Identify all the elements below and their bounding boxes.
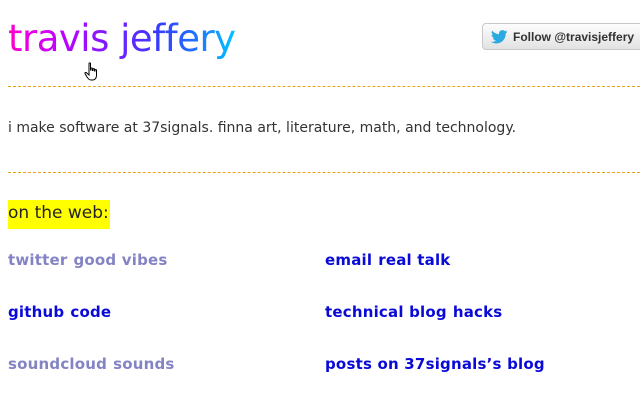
link-service: soundcloud [8,355,108,373]
email-link[interactable]: email real talk [325,249,451,271]
divider [8,172,640,173]
link-service: posts on 37signals’s blog [325,355,545,373]
technical-blog-link[interactable]: technical blog hacks [325,301,502,323]
link-service: twitter [8,251,68,269]
37signals-blog-link[interactable]: posts on 37signals’s blog [325,353,545,375]
follow-button-label: Follow @travisjeffery [513,29,635,44]
site-title[interactable]: travis jeffery [8,14,236,64]
link-service: email [325,251,373,269]
twitter-link[interactable]: twitter good vibes [8,249,168,271]
on-the-web-heading: on the web: [8,200,110,229]
link-description: sounds [113,355,175,373]
link-service: github [8,303,65,321]
github-link[interactable]: github code [8,301,111,323]
divider [8,86,640,87]
link-service: technical blog [325,303,447,321]
twitter-follow-button[interactable]: Follow @travisjeffery [482,23,640,50]
link-description: good vibes [73,251,168,269]
link-description: hacks [452,303,503,321]
soundcloud-link[interactable]: soundcloud sounds [8,353,175,375]
twitter-bird-icon [491,29,508,43]
link-description: real talk [378,251,451,269]
hand-cursor-icon [84,62,97,81]
link-description: code [70,303,112,321]
tagline: i make software at 37signals. finna art,… [8,120,517,136]
